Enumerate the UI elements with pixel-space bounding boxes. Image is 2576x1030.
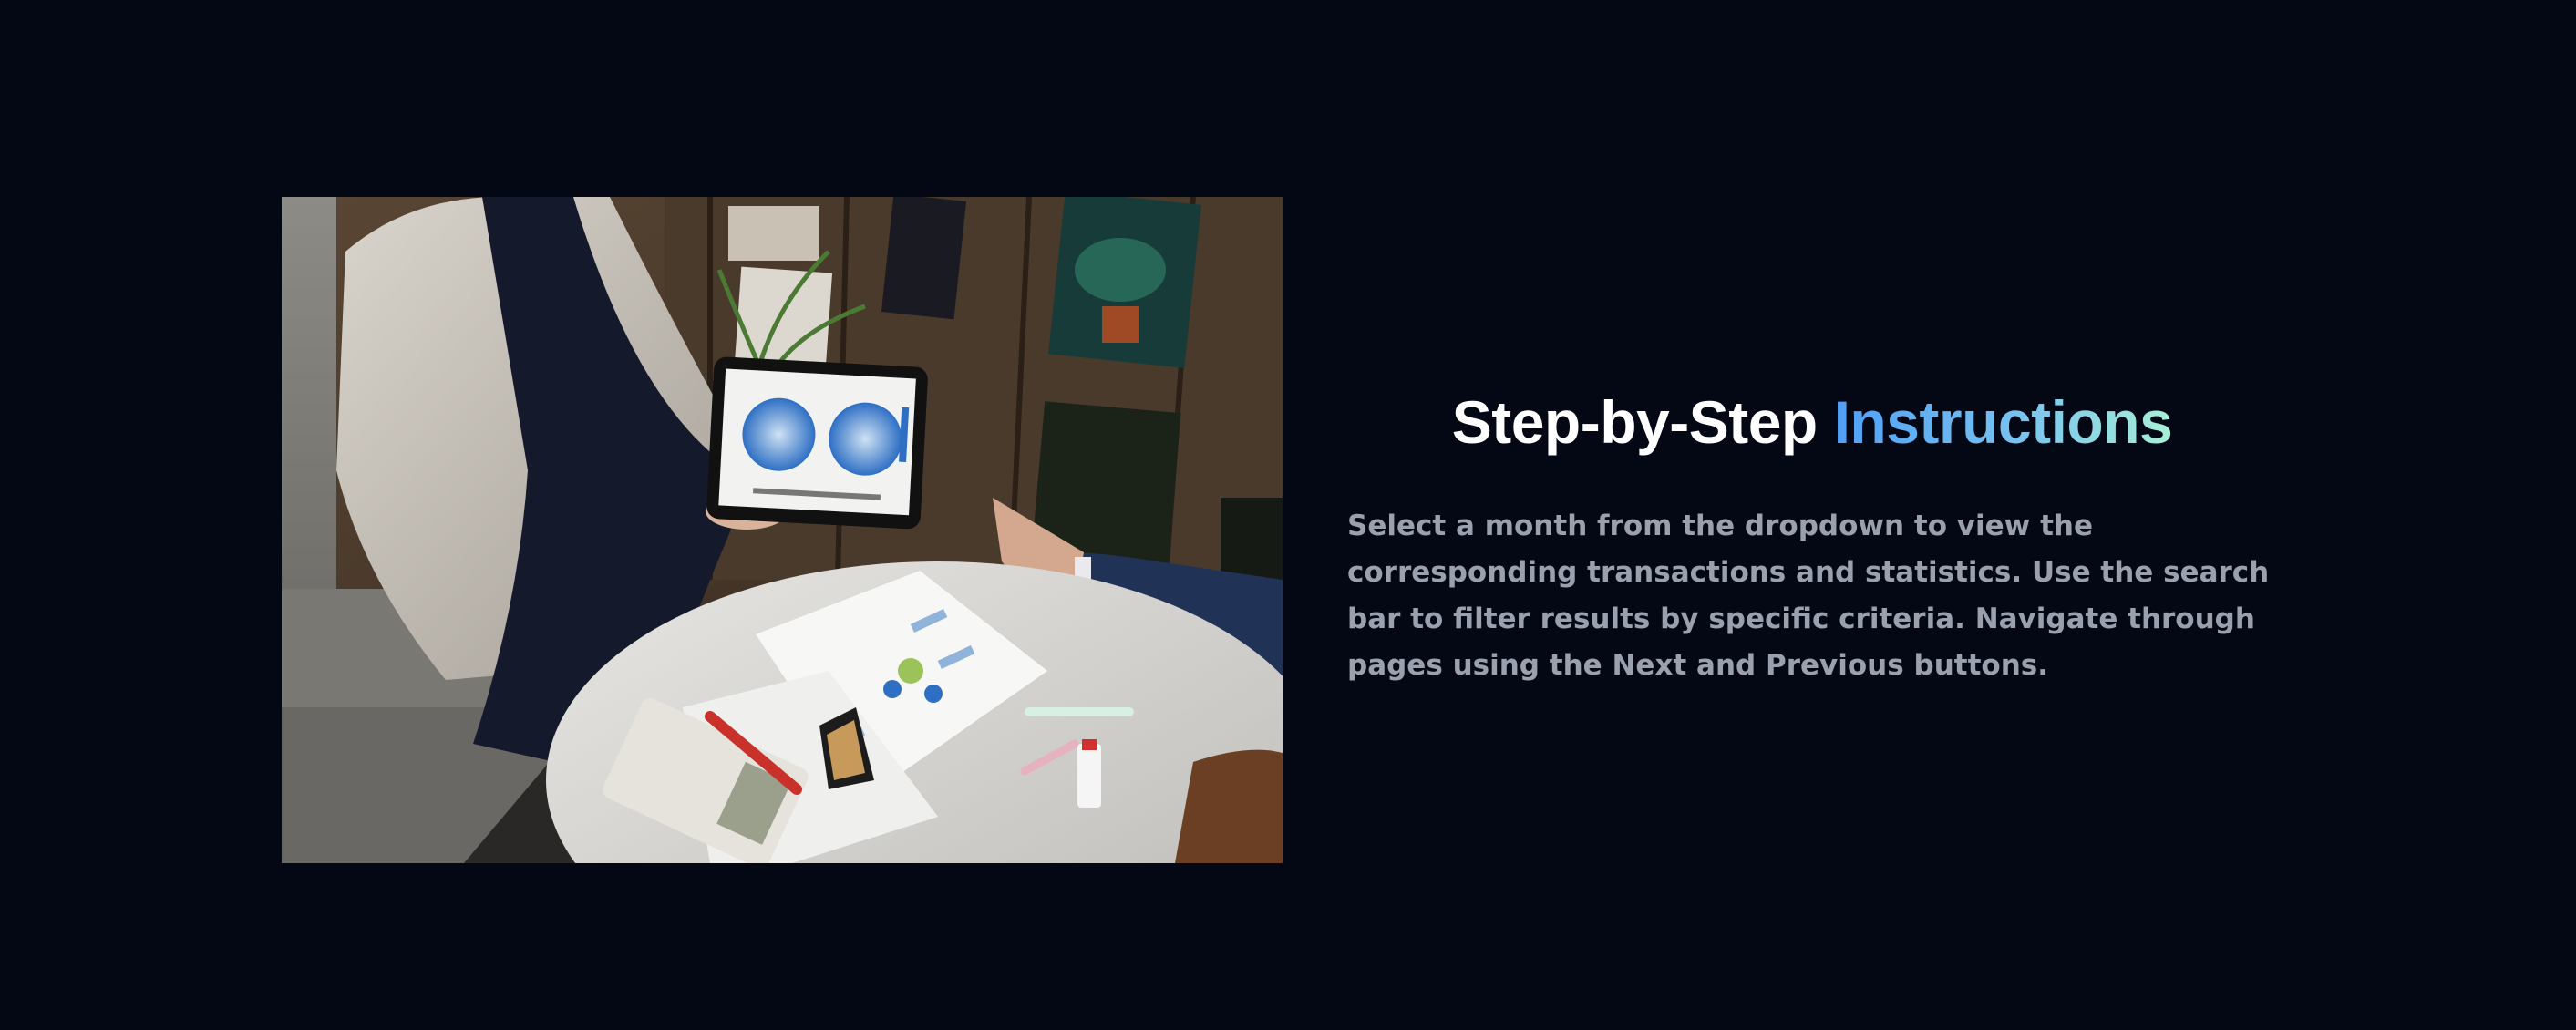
- section-title: Step-by-Step Instructions: [1347, 381, 2277, 463]
- section-description: Select a month from the dropdown to view…: [1347, 510, 2270, 682]
- title-main: Step-by-Step: [1451, 388, 1834, 456]
- meeting-photo: [282, 197, 1283, 863]
- title-accent: Instructions: [1833, 388, 2173, 456]
- instructions-section: Step-by-Step Instructions Select a month…: [0, 0, 2576, 1030]
- instructions-text: Step-by-Step Instructions Select a month…: [1347, 381, 2277, 689]
